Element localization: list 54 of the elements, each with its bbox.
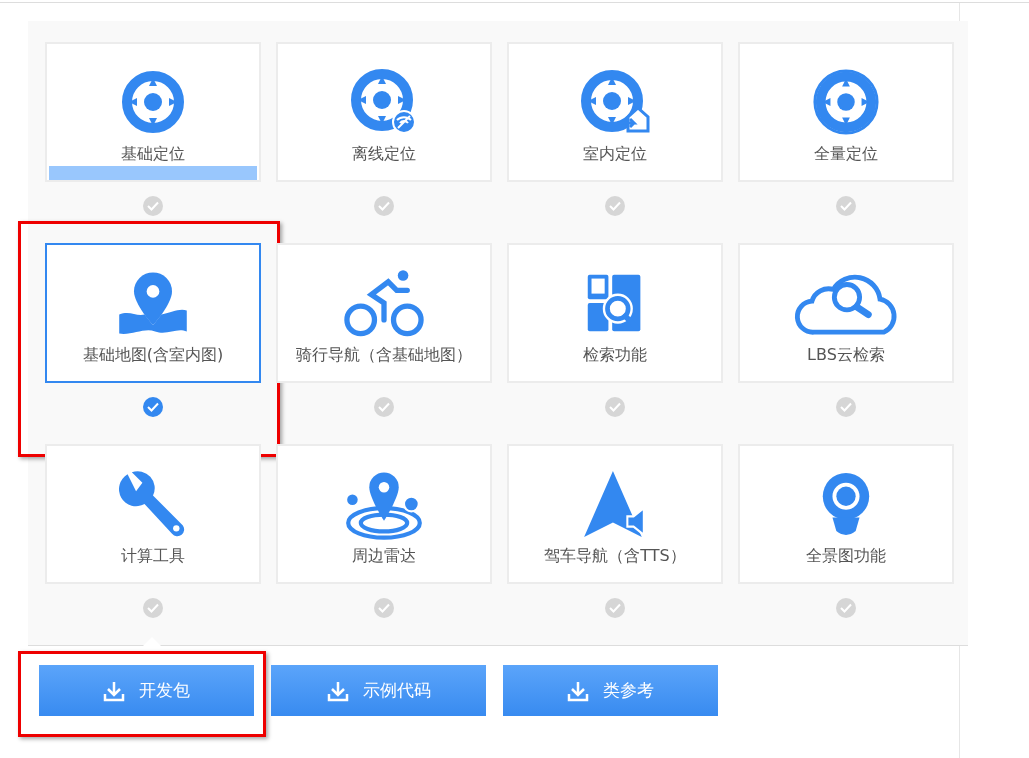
check-icon	[378, 603, 390, 613]
checkbox[interactable]	[374, 196, 394, 216]
check-icon	[609, 201, 621, 211]
checkbox[interactable]	[836, 397, 856, 417]
module-card[interactable]: 全景图功能	[738, 444, 954, 584]
check-icon	[378, 201, 390, 211]
download-icon	[567, 679, 589, 702]
checkbox[interactable]	[143, 397, 163, 417]
check-icon	[147, 603, 159, 613]
module-label: 检索功能	[583, 345, 647, 366]
module-card[interactable]: 骑行导航（含基础地图）	[276, 243, 492, 383]
module-label: 离线定位	[352, 144, 416, 165]
module-label: 室内定位	[583, 144, 647, 165]
module-card[interactable]: 离线定位	[276, 42, 492, 182]
crosshair-icon	[121, 70, 185, 134]
checkbox[interactable]	[143, 598, 163, 618]
check-icon	[609, 603, 621, 613]
module-card[interactable]: 周边雷达	[276, 444, 492, 584]
check-icon	[609, 402, 621, 412]
crosshair-icon	[811, 67, 881, 137]
crosshair-house-icon	[580, 69, 650, 135]
module-card[interactable]: 全量定位	[738, 42, 954, 182]
module-card[interactable]: 计算工具	[45, 444, 261, 584]
check-icon	[147, 201, 159, 211]
check-icon	[840, 603, 852, 613]
module-label: 基础定位	[121, 144, 185, 165]
checkbox[interactable]	[605, 196, 625, 216]
check-icon	[840, 402, 852, 412]
module-card[interactable]: 驾车导航（含TTS）	[507, 444, 723, 584]
module-label: 计算工具	[121, 546, 185, 567]
checkbox[interactable]	[836, 196, 856, 216]
module-label: 基础地图(含室内图)	[82, 345, 224, 366]
module-card[interactable]: 室内定位	[507, 42, 723, 182]
checkbox[interactable]	[374, 397, 394, 417]
check-icon	[840, 201, 852, 211]
checkbox[interactable]	[605, 598, 625, 618]
module-label: 骑行导航（含基础地图）	[296, 345, 472, 366]
module-card[interactable]: 检索功能	[507, 243, 723, 383]
module-card[interactable]: 基础地图(含室内图)	[45, 243, 261, 383]
download-icon	[326, 679, 349, 702]
module-label: 周边雷达	[352, 546, 416, 567]
module-label: LBS云检索	[807, 345, 885, 366]
checkbox[interactable]	[143, 196, 163, 216]
module-label: 全景图功能	[806, 546, 886, 567]
module-label: 全量定位	[814, 144, 878, 165]
checkbox[interactable]	[374, 598, 394, 618]
module-card[interactable]: 基础定位	[45, 42, 261, 182]
module-label: 驾车导航（含TTS）	[544, 546, 686, 567]
checkbox[interactable]	[836, 598, 856, 618]
check-icon	[147, 402, 159, 412]
check-icon	[378, 402, 390, 412]
module-card[interactable]: LBS云检索	[738, 243, 954, 383]
download-icon	[103, 679, 125, 702]
checkbox[interactable]	[605, 397, 625, 417]
